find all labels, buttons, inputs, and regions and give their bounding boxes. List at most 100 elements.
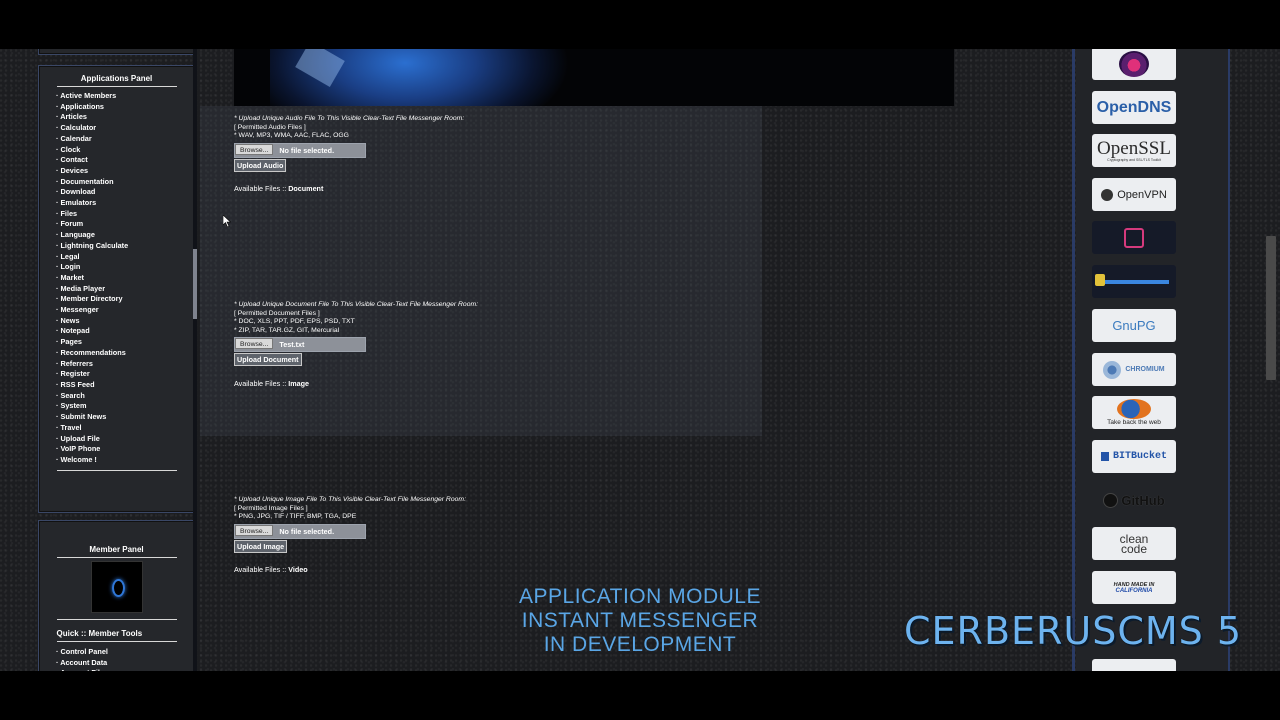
document-upload-section: * Upload Unique Document File To This Vi… — [234, 301, 478, 367]
nav-item-market[interactable]: Market — [56, 273, 194, 284]
nav-item-upload-file[interactable]: Upload File — [56, 434, 194, 445]
document-file-input[interactable]: Browse... Test.txt — [234, 337, 366, 353]
nav-item-media-player[interactable]: Media Player — [56, 284, 194, 295]
github-badge[interactable]: GitHub — [1092, 484, 1176, 517]
nav-item-news[interactable]: News — [56, 316, 194, 327]
document-browse-button[interactable]: Browse... — [235, 338, 274, 350]
bitbucket-logo-text: BITBucket — [1112, 451, 1167, 462]
nav-item-search[interactable]: Search — [56, 391, 194, 402]
nav-item-download[interactable]: Download — [56, 187, 194, 198]
lotus-badge[interactable] — [1092, 49, 1176, 80]
nav-item-travel[interactable]: Travel — [56, 423, 194, 434]
nav-item-member-directory[interactable]: Member Directory — [56, 294, 194, 305]
chromium-badge[interactable]: CHROMIUM — [1092, 353, 1176, 386]
opendns-badge[interactable]: OpenDNS — [1092, 91, 1176, 124]
member-panel: Member Panel Quick :: Member Tools Contr… — [38, 520, 195, 671]
security-lock-badge[interactable] — [1092, 221, 1176, 254]
chromium-logo-text: CHROMIUM — [1125, 366, 1165, 373]
nav-item-lightning-calculate[interactable]: Lightning Calculate — [56, 241, 194, 252]
member-tool-account-files[interactable]: Account Files — [56, 668, 194, 671]
key-icon — [1095, 273, 1169, 286]
available-files-label: Available Files :: — [234, 184, 289, 193]
california-text: CALIFORNIA — [1115, 587, 1153, 594]
page-viewport: Applications Panel Active MembersApplica… — [0, 49, 1280, 671]
nav-item-documentation[interactable]: Documentation — [56, 177, 194, 188]
nav-item-notepad[interactable]: Notepad — [56, 326, 194, 337]
right-column-border — [1228, 49, 1230, 671]
available-files-image: Available Files :: Image — [234, 379, 309, 388]
bitbucket-icon — [1100, 452, 1109, 461]
upload-audio-button[interactable]: Upload Audio — [234, 158, 287, 172]
bitbucket-badge[interactable]: BITBucket — [1092, 440, 1176, 473]
image-selected-file: No file selected. — [279, 526, 335, 536]
nav-item-legal[interactable]: Legal — [56, 252, 194, 263]
nav-item-welcome[interactable]: Welcome ! — [56, 455, 194, 466]
nav-item-applications[interactable]: Applications — [56, 102, 194, 113]
sidebar-edge — [193, 49, 197, 671]
audio-file-input[interactable]: Browse... No file selected. — [234, 142, 366, 158]
firefox-badge[interactable]: Take back the web — [1092, 396, 1176, 429]
nav-item-devices[interactable]: Devices — [56, 166, 194, 177]
caption-line-3: IN DEVELOPMENT — [543, 633, 737, 656]
openssl-subtitle: Cryptography and SSL/TLS Toolkit — [1107, 158, 1161, 162]
nav-item-system[interactable]: System — [56, 401, 194, 412]
nav-item-pages[interactable]: Pages — [56, 337, 194, 348]
member-tool-control-panel[interactable]: Control Panel — [56, 647, 194, 658]
document-selected-file: Test.txt — [279, 340, 305, 350]
openvpn-icon — [1101, 188, 1114, 201]
firefox-icon — [1117, 399, 1151, 419]
available-files-label: Available Files :: — [234, 565, 289, 574]
audio-upload-heading: * Upload Unique Audio File To This Visib… — [234, 115, 465, 122]
nav-item-calendar[interactable]: Calendar — [56, 134, 194, 145]
applications-list: Active MembersApplicationsArticlesCalcul… — [39, 91, 194, 466]
gnupg-badge[interactable]: GnuPG — [1092, 309, 1176, 342]
member-panel-title: Member Panel — [56, 545, 177, 558]
caption-line-1: APPLICATION MODULE — [519, 585, 761, 608]
avatar[interactable] — [90, 561, 143, 613]
nav-item-messenger[interactable]: Messenger — [56, 305, 194, 316]
video-caption: APPLICATION MODULE INSTANT MESSENGER IN … — [440, 585, 840, 657]
member-tool-account-data[interactable]: Account Data — [56, 658, 194, 669]
nav-item-login[interactable]: Login — [56, 262, 194, 273]
caption-line-2: INSTANT MESSENGER — [521, 609, 759, 632]
nav-item-voip-phone[interactable]: VoIP Phone — [56, 444, 194, 455]
clean-code-badge[interactable]: clean code — [1092, 527, 1176, 560]
chromium-icon — [1103, 360, 1122, 379]
lotus-icon — [1119, 50, 1149, 77]
nav-item-submit-news[interactable]: Submit News — [56, 412, 194, 423]
encryption-key-badge[interactable] — [1092, 265, 1176, 298]
nav-item-contact[interactable]: Contact — [56, 155, 194, 166]
openvpn-badge[interactable]: OpenVPN — [1092, 178, 1176, 211]
quick-tools-title: Quick :: Member Tools — [56, 629, 177, 642]
nav-item-language[interactable]: Language — [56, 230, 194, 241]
partial-badge[interactable] — [1092, 659, 1176, 671]
available-files-type: Video — [288, 565, 308, 574]
mouse-cursor-icon — [223, 215, 231, 227]
nav-item-files[interactable]: Files — [56, 209, 194, 220]
document-permitted-label: [ Permitted Document Files ] — [234, 309, 320, 317]
nav-item-forum[interactable]: Forum — [56, 219, 194, 230]
nav-item-recommendations[interactable]: Recommendations — [56, 348, 194, 359]
hand-made-california-badge[interactable]: HAND MADE IN CALIFORNIA — [1092, 571, 1176, 604]
audio-browse-button[interactable]: Browse... — [235, 143, 274, 155]
page-scrollbar[interactable] — [1266, 236, 1276, 380]
nav-item-active-members[interactable]: Active Members — [56, 91, 194, 102]
nav-item-calculator[interactable]: Calculator — [56, 123, 194, 134]
nav-item-register[interactable]: Register — [56, 369, 194, 380]
image-browse-button[interactable]: Browse... — [235, 524, 274, 536]
image-upload-section: * Upload Unique Image File To This Visib… — [234, 496, 466, 553]
audio-selected-file: No file selected. — [279, 145, 335, 155]
openssl-badge[interactable]: OpenSSL Cryptography and SSL/TLS Toolkit — [1092, 134, 1176, 167]
nav-item-articles[interactable]: Articles — [56, 112, 194, 123]
upload-image-button[interactable]: Upload Image — [234, 539, 288, 553]
applications-panel: Applications Panel Active MembersApplica… — [38, 65, 195, 513]
nav-item-referrers[interactable]: Referrers — [56, 359, 194, 370]
upload-document-button[interactable]: Upload Document — [234, 353, 302, 367]
nav-item-rss-feed[interactable]: RSS Feed — [56, 380, 194, 391]
image-permitted-label: [ Permitted Image Files ] — [234, 504, 308, 512]
opendns-logo-text: OpenDNS — [1096, 98, 1172, 116]
nav-item-clock[interactable]: Clock — [56, 145, 194, 156]
image-upload-heading: * Upload Unique Image File To This Visib… — [234, 496, 466, 503]
nav-item-emulators[interactable]: Emulators — [56, 198, 194, 209]
image-file-input[interactable]: Browse... No file selected. — [234, 523, 366, 539]
